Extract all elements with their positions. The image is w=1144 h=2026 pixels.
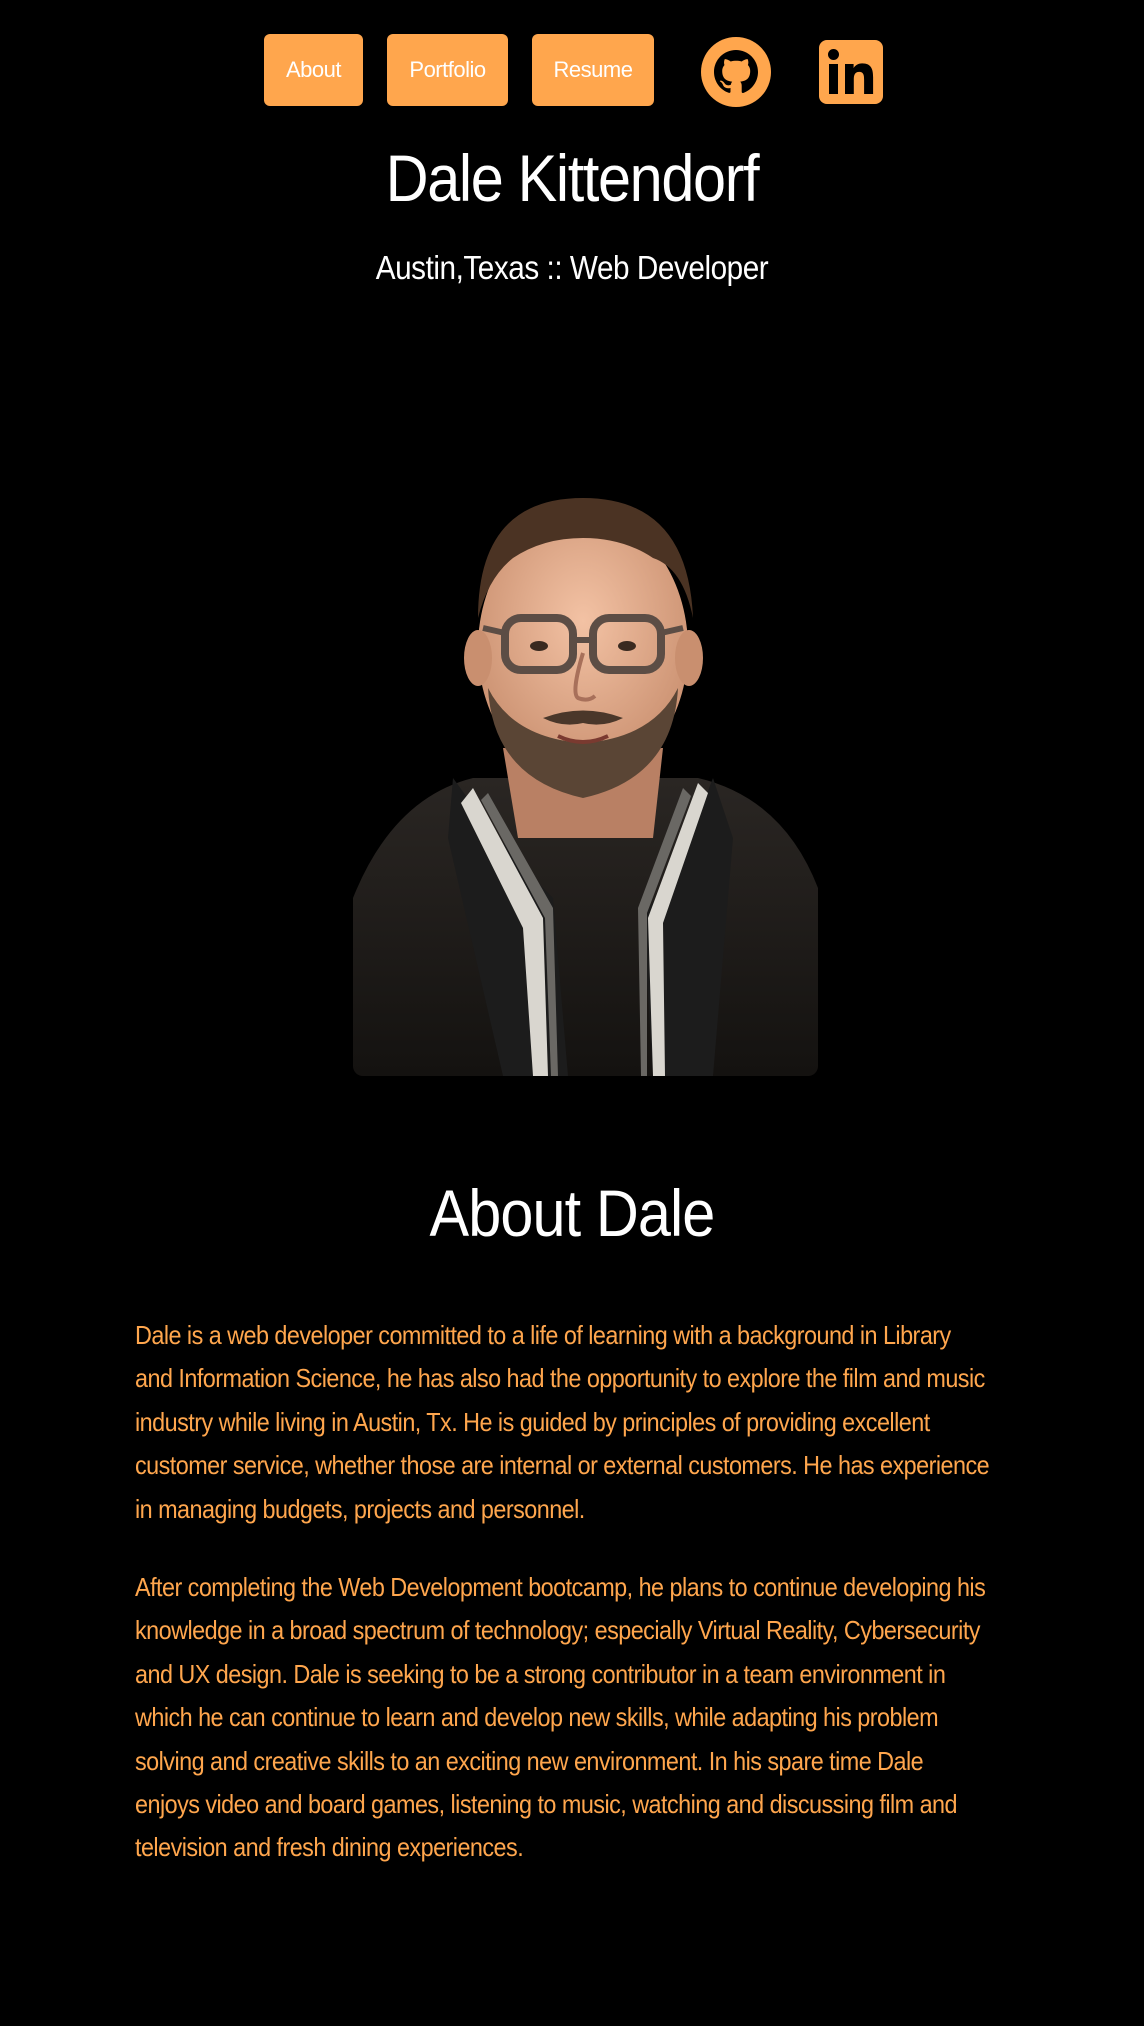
resume-button[interactable]: Resume (532, 34, 654, 106)
top-nav: About Portfolio Resume (0, 34, 1144, 108)
about-button[interactable]: About (264, 34, 363, 106)
page-title: Dale Kittendorf (385, 141, 760, 215)
location-tagline: Austin,Texas :: Web Developer (375, 249, 769, 286)
profile-photo (353, 418, 818, 1076)
portfolio-button[interactable]: Portfolio (387, 34, 508, 106)
linkedin-icon[interactable] (815, 36, 887, 108)
bio-paragraph: After completing the Web Development boo… (135, 1572, 986, 1863)
about-heading: About Dale (429, 1176, 716, 1250)
bio-paragraph: Dale is a web developer committed to a l… (135, 1320, 990, 1524)
github-icon[interactable] (700, 36, 772, 108)
